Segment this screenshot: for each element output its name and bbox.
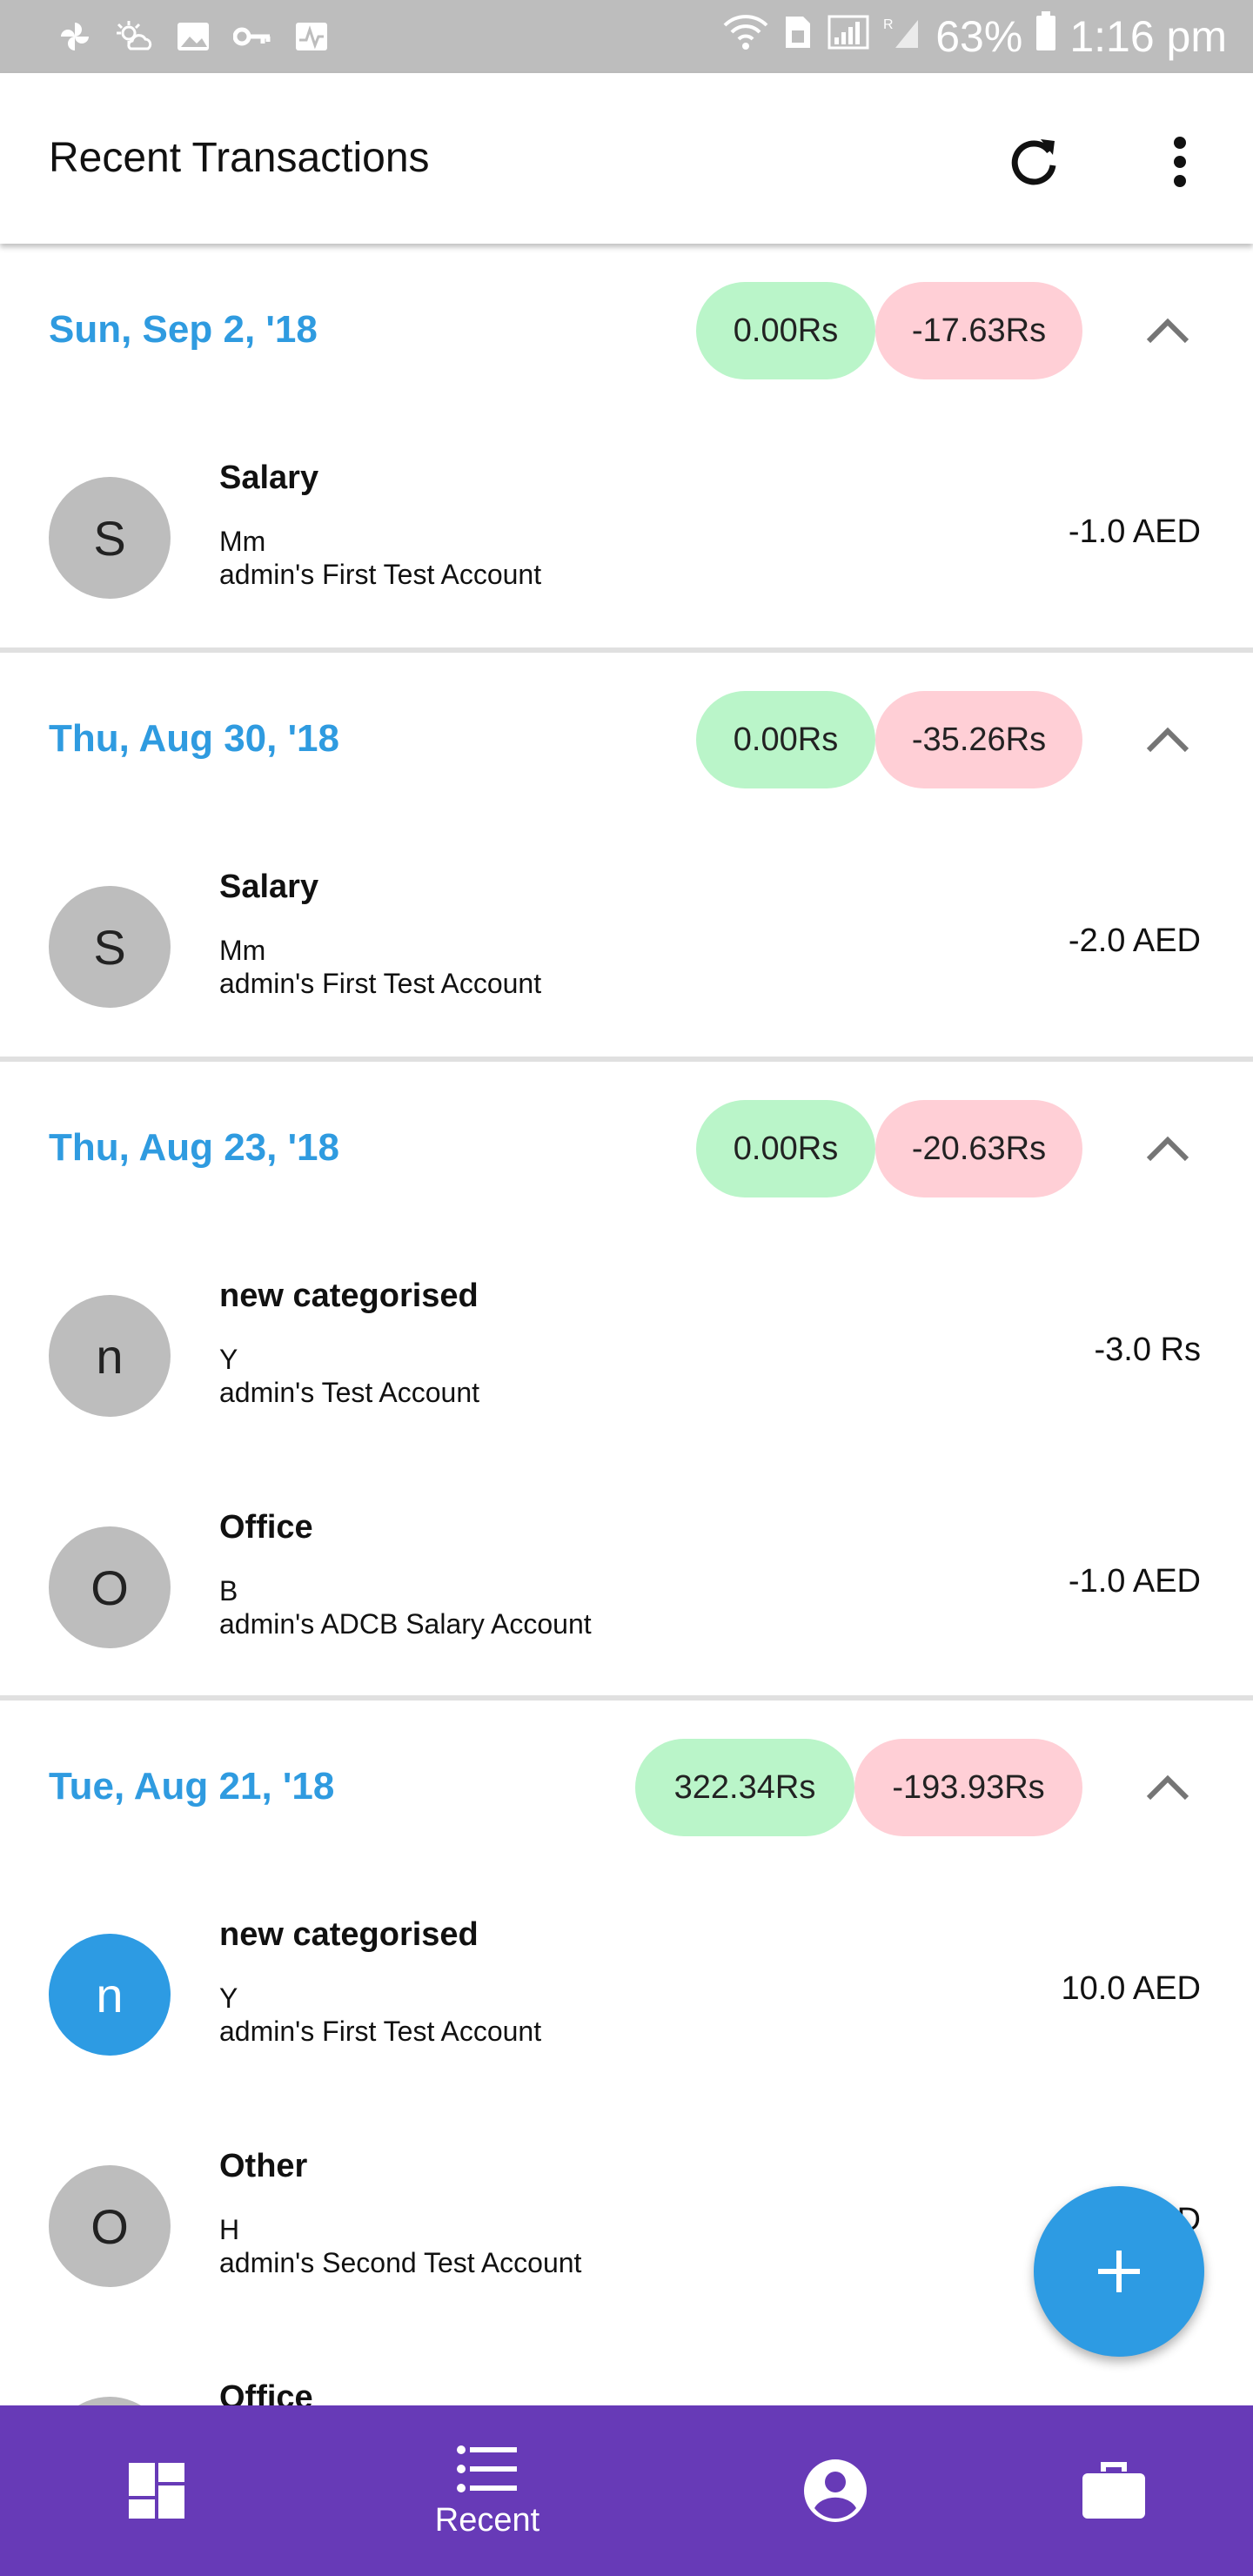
add-transaction-button[interactable] bbox=[1034, 2186, 1204, 2357]
category-avatar: S bbox=[49, 477, 171, 599]
nav-profile[interactable] bbox=[679, 2405, 992, 2576]
clock: 1:16 pm bbox=[1069, 12, 1227, 61]
transaction-category: Office bbox=[219, 2379, 313, 2405]
activity-icon bbox=[291, 16, 332, 57]
category-avatar: n bbox=[49, 1295, 171, 1417]
transaction-category: new categorised bbox=[219, 1278, 479, 1314]
page-title: Recent Transactions bbox=[49, 135, 430, 181]
status-bar: R 63% 1:16 pm bbox=[0, 0, 1253, 73]
transaction-note: B bbox=[219, 1575, 238, 1607]
date-group-header[interactable]: Thu, Aug 30, '18 0.00Rs -35.26Rs bbox=[0, 653, 1253, 827]
transaction-amount: -1.0 AED bbox=[1068, 513, 1201, 550]
transaction-account: admin's Second Test Account bbox=[219, 2247, 582, 2278]
chevron-up-icon[interactable] bbox=[1140, 1767, 1196, 1808]
bottom-navigation: Recent bbox=[0, 2405, 1253, 2576]
transaction-category: Other bbox=[219, 2148, 308, 2184]
transaction-category: Salary bbox=[219, 460, 319, 496]
app-bar: Recent Transactions bbox=[0, 73, 1253, 244]
transaction-row[interactable]: Office bbox=[0, 2336, 1253, 2405]
expense-total-badge: -193.93Rs bbox=[854, 1739, 1082, 1836]
transaction-account: admin's Test Account bbox=[219, 1377, 480, 1408]
svg-text:R: R bbox=[883, 17, 894, 32]
transaction-note: H bbox=[219, 2214, 240, 2245]
transaction-account: admin's First Test Account bbox=[219, 559, 542, 590]
chevron-up-icon[interactable] bbox=[1140, 1128, 1196, 1170]
transaction-account: admin's First Test Account bbox=[219, 2016, 542, 2047]
transaction-row[interactable]: S Salary Mm admin's First Test Account -… bbox=[0, 416, 1253, 647]
expense-total-badge: -35.26Rs bbox=[875, 691, 1082, 788]
nav-recent[interactable]: Recent bbox=[331, 2405, 644, 2576]
transaction-note: Y bbox=[219, 1344, 238, 1375]
more-options-button[interactable] bbox=[1145, 127, 1215, 197]
battery-percent: 63% bbox=[935, 12, 1023, 61]
refresh-button[interactable] bbox=[999, 127, 1069, 197]
transaction-row[interactable]: n new categorised Y admin's First Test A… bbox=[0, 1873, 1253, 2104]
date-group-header[interactable]: Thu, Aug 23, '18 0.00Rs -20.63Rs bbox=[0, 1062, 1253, 1236]
nav-recent-label: Recent bbox=[434, 2501, 540, 2539]
category-avatar: O bbox=[49, 1526, 171, 1648]
transaction-note: Mm bbox=[219, 935, 266, 966]
battery-icon bbox=[1035, 11, 1057, 62]
date-group-header[interactable]: Sun, Sep 2, '18 0.00Rs -17.63Rs bbox=[0, 244, 1253, 418]
income-total-badge: 0.00Rs bbox=[696, 282, 875, 379]
transaction-amount: -1.0 AED bbox=[1068, 1563, 1201, 1600]
transaction-category: new categorised bbox=[219, 1916, 479, 1953]
transaction-account: admin's ADCB Salary Account bbox=[219, 1608, 592, 1640]
system-status: R 63% 1:16 pm bbox=[721, 10, 1227, 63]
pinwheel-icon bbox=[54, 16, 96, 57]
transaction-category: Salary bbox=[219, 869, 319, 905]
transaction-amount: -2.0 AED bbox=[1068, 922, 1201, 959]
wifi-icon bbox=[721, 11, 770, 62]
group-date: Thu, Aug 30, '18 bbox=[49, 717, 339, 760]
transaction-category: Office bbox=[219, 1509, 313, 1546]
transaction-note: Y bbox=[219, 1982, 238, 2014]
weather-icon bbox=[113, 16, 155, 57]
income-total-badge: 0.00Rs bbox=[696, 1100, 875, 1197]
transaction-row[interactable]: S Salary Mm admin's First Test Account -… bbox=[0, 825, 1253, 1057]
refresh-icon bbox=[1011, 139, 1056, 185]
date-group-header[interactable]: Tue, Aug 21, '18 322.34Rs -193.93Rs bbox=[0, 1701, 1253, 1875]
plus-icon bbox=[1098, 2251, 1140, 2292]
transaction-account: admin's First Test Account bbox=[219, 968, 542, 999]
key-icon bbox=[231, 16, 273, 57]
transaction-amount: -3.0 Rs bbox=[1094, 1332, 1201, 1368]
expense-total-badge: -17.63Rs bbox=[875, 282, 1082, 379]
image-icon bbox=[172, 16, 214, 57]
signal-icon-secondary: R bbox=[883, 11, 923, 62]
expense-total-badge: -20.63Rs bbox=[875, 1100, 1082, 1197]
list-icon bbox=[457, 2445, 517, 2492]
chevron-up-icon[interactable] bbox=[1140, 719, 1196, 761]
notification-icons bbox=[54, 16, 332, 57]
category-avatar: O bbox=[49, 2165, 171, 2287]
income-total-badge: 322.34Rs bbox=[635, 1739, 854, 1836]
transaction-row[interactable]: n new categorised Y admin's Test Account… bbox=[0, 1234, 1253, 1466]
category-avatar: S bbox=[49, 886, 171, 1008]
signal-icon bbox=[826, 11, 871, 62]
briefcase-icon bbox=[1082, 2462, 1145, 2519]
sim-icon bbox=[782, 11, 814, 62]
transactions-list[interactable]: Sun, Sep 2, '18 0.00Rs -17.63Rs S Salary… bbox=[0, 244, 1253, 2405]
dashboard-icon bbox=[129, 2463, 184, 2519]
group-date: Tue, Aug 21, '18 bbox=[49, 1765, 335, 1808]
group-date: Sun, Sep 2, '18 bbox=[49, 308, 318, 351]
nav-dashboard[interactable] bbox=[0, 2405, 313, 2576]
group-date: Thu, Aug 23, '18 bbox=[49, 1126, 339, 1169]
account-circle-icon bbox=[804, 2459, 867, 2522]
nav-accounts[interactable] bbox=[957, 2405, 1253, 2576]
category-avatar: n bbox=[49, 1934, 171, 2056]
income-total-badge: 0.00Rs bbox=[696, 691, 875, 788]
transaction-note: Mm bbox=[219, 526, 266, 557]
transaction-amount: 10.0 AED bbox=[1061, 1970, 1201, 2007]
more-vert-icon bbox=[1174, 137, 1186, 187]
category-avatar bbox=[49, 2397, 171, 2405]
transaction-row[interactable]: O Office B admin's ADCB Salary Account -… bbox=[0, 1466, 1253, 1697]
chevron-up-icon[interactable] bbox=[1140, 310, 1196, 352]
